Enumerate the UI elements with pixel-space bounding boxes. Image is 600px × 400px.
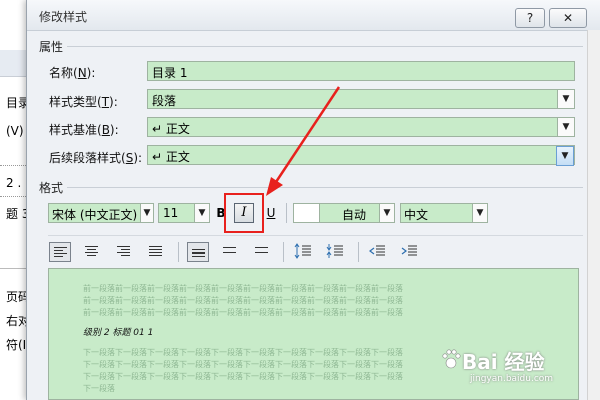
watermark-url: jingyan.baidu.com — [470, 374, 554, 384]
arrow-shaft — [274, 86, 341, 183]
arrow-head-icon — [266, 177, 283, 196]
baidu-watermark: Bai 经验 jingyan.baidu.com — [440, 340, 590, 390]
paw-icon — [442, 349, 461, 369]
watermark-text: Bai 经验 — [462, 350, 545, 374]
